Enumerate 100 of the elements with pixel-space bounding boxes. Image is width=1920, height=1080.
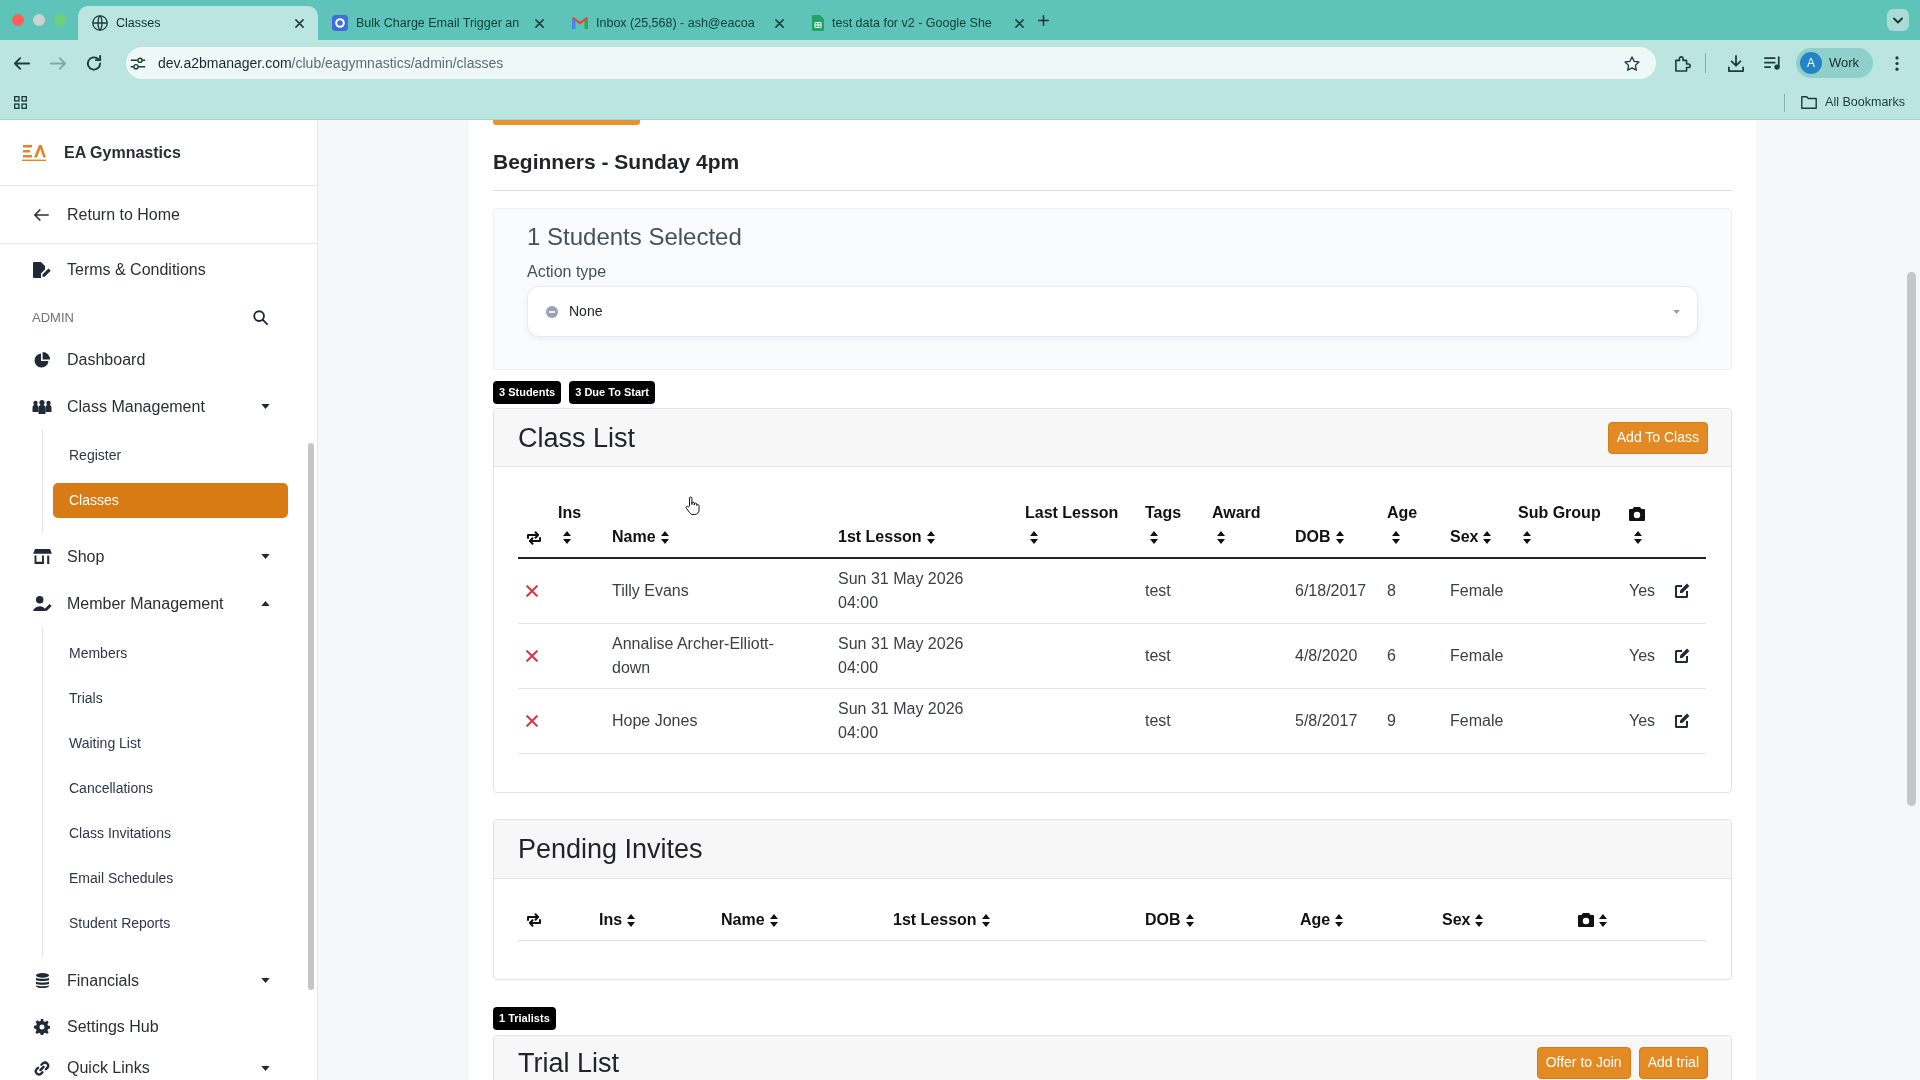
media-queue-icon[interactable]	[1764, 56, 1781, 70]
site-settings-icon[interactable]	[130, 56, 146, 70]
sort-icon[interactable]	[769, 913, 778, 927]
table-cell: Female	[1442, 623, 1510, 688]
nav-sublink[interactable]: Email Schedules	[53, 861, 288, 896]
column-header[interactable]: Ins	[558, 504, 582, 521]
remove-icon[interactable]	[526, 584, 538, 597]
nav-link[interactable]: Dashboard	[0, 336, 305, 383]
close-icon[interactable]	[775, 18, 784, 28]
download-icon[interactable]	[1728, 54, 1744, 72]
apps-grid-icon[interactable]	[14, 96, 27, 109]
column-header[interactable]: Age	[1300, 910, 1331, 928]
address-bar[interactable]: dev.a2bmanager.com/club/eagymnastics/admin/classes	[126, 47, 1656, 79]
column-header[interactable]: Ins	[599, 910, 623, 928]
new-tab-icon[interactable]	[1038, 14, 1049, 26]
close-icon[interactable]	[295, 18, 304, 28]
column-header[interactable]: Name	[612, 528, 656, 545]
nav-group-toggle[interactable]: Financials	[0, 957, 305, 1004]
sort-icon[interactable]	[1634, 531, 1642, 545]
edit-icon[interactable]	[1674, 647, 1690, 664]
scrollbar-thumb[interactable]	[308, 443, 314, 990]
globe-icon	[92, 15, 108, 31]
nav-sublink[interactable]: Members	[53, 636, 288, 671]
sort-icon[interactable]	[1392, 531, 1400, 545]
nav-group-toggle[interactable]: Member Management	[0, 580, 305, 627]
column-header[interactable]: Sex	[1450, 528, 1479, 545]
column-header[interactable]: Tags	[1145, 504, 1182, 521]
column-header[interactable]: DOB	[1295, 528, 1331, 545]
sort-icon[interactable]	[981, 913, 990, 927]
url-text[interactable]: dev.a2bmanager.com/club/eagymnastics/admin/classes	[158, 52, 504, 74]
sync-icon[interactable]	[526, 913, 542, 928]
menu-icon[interactable]	[1895, 55, 1899, 71]
caret-down-icon[interactable]	[261, 554, 270, 559]
sort-icon[interactable]	[1217, 531, 1225, 545]
caret-down-icon[interactable]	[261, 1065, 270, 1071]
remove-icon[interactable]	[526, 714, 538, 727]
column-header[interactable]: Award	[1212, 504, 1261, 521]
nav-group-toggle[interactable]: Quick Links	[0, 1049, 305, 1080]
sort-icon[interactable]	[1599, 913, 1607, 927]
caret-down-icon[interactable]	[261, 404, 270, 409]
caret-up-icon[interactable]	[261, 601, 270, 606]
sort-icon[interactable]	[1335, 531, 1344, 545]
count-badge: 3 Due To Start	[569, 381, 655, 404]
nav-group-toggle[interactable]: Shop	[0, 533, 305, 580]
nav-link[interactable]: Terms & Conditions	[0, 246, 305, 293]
column-header[interactable]: Sex	[1442, 910, 1471, 928]
browser-tab[interactable]: Inbox (25,568) - ash@eacoa	[558, 6, 798, 40]
camera-icon[interactable]	[1578, 913, 1594, 928]
column-header[interactable]: Sub Group	[1518, 504, 1601, 521]
sort-icon[interactable]	[1150, 531, 1158, 545]
nav-sublink[interactable]: Register	[53, 438, 288, 473]
column-header[interactable]: Name	[721, 910, 765, 928]
nav-sublink[interactable]: Trials	[53, 681, 288, 716]
back-arrow-icon	[34, 208, 49, 221]
close-icon[interactable]	[535, 18, 544, 28]
reload-icon[interactable]	[86, 55, 102, 71]
browser-tab[interactable]: Classes	[78, 6, 318, 40]
scrollbar-thumb[interactable]	[1907, 272, 1916, 806]
sort-icon[interactable]	[1483, 531, 1492, 545]
link-icon	[33, 1060, 51, 1076]
return-link[interactable]: Return to Home	[0, 186, 317, 244]
action-type-select[interactable]: None	[527, 286, 1698, 337]
puzzle-icon[interactable]	[1675, 54, 1691, 72]
nav-link[interactable]: Settings Hub	[0, 1004, 305, 1049]
search-icon[interactable]	[253, 310, 268, 325]
column-header[interactable]: Age	[1387, 504, 1418, 521]
profile-button[interactable]: A Work	[1796, 48, 1873, 78]
sort-icon[interactable]	[1523, 531, 1531, 545]
column-header[interactable]: DOB	[1145, 910, 1181, 928]
table-cell: Yes	[1621, 688, 1664, 753]
edit-icon[interactable]	[1674, 712, 1690, 729]
sort-icon[interactable]	[1030, 531, 1038, 545]
star-icon[interactable]	[1624, 55, 1640, 71]
sort-icon[interactable]	[1185, 913, 1194, 927]
caret-down-icon[interactable]	[261, 978, 270, 983]
chevron-down-icon[interactable]	[1887, 9, 1909, 31]
nav-sublink[interactable]: Class Invitations	[53, 816, 288, 851]
sort-icon[interactable]	[926, 531, 935, 545]
all-bookmarks-button[interactable]: All Bookmarks	[1801, 93, 1905, 112]
nav-sublink[interactable]: Waiting List	[53, 726, 288, 761]
sync-icon[interactable]	[526, 530, 542, 545]
nav-sublink[interactable]: Student Reports	[53, 906, 288, 941]
close-icon[interactable]	[1015, 18, 1024, 28]
class-title: Beginners - Sunday 4pm	[493, 150, 741, 174]
browser-tab[interactable]: Bulk Charge Email Trigger an	[318, 6, 558, 40]
nav-group-toggle[interactable]: Class Management	[0, 383, 305, 430]
remove-icon[interactable]	[526, 649, 538, 662]
edit-icon[interactable]	[1674, 582, 1690, 599]
back-icon[interactable]	[14, 56, 30, 70]
sort-icon[interactable]	[1335, 913, 1344, 927]
column-header[interactable]: Last Lesson	[1025, 504, 1119, 521]
camera-icon[interactable]	[1629, 506, 1645, 521]
sort-icon[interactable]	[660, 531, 669, 545]
sort-icon[interactable]	[563, 531, 571, 545]
sort-icon[interactable]	[1475, 913, 1484, 927]
column-header[interactable]: 1st Lesson	[893, 910, 977, 928]
browser-tab[interactable]: test data for v2 - Google She	[798, 6, 1038, 40]
sort-icon[interactable]	[627, 913, 636, 927]
nav-sublink[interactable]: Cancellations	[53, 771, 288, 806]
column-header[interactable]: 1st Lesson	[838, 528, 922, 545]
